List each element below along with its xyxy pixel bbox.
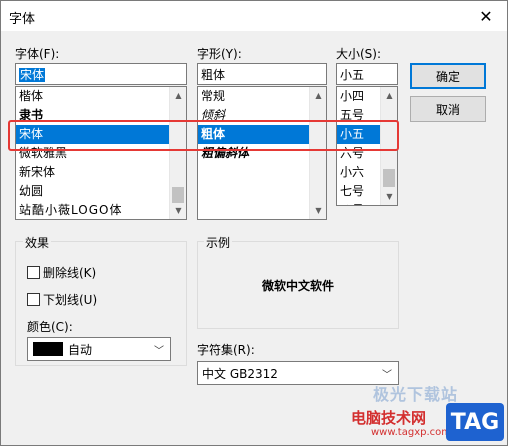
scroll-thumb[interactable]: [383, 169, 395, 187]
underline-checkbox-box[interactable]: [27, 293, 40, 306]
watermark-line2: 电脑技术网: [351, 409, 427, 427]
sample-group-title: 示例: [204, 234, 233, 251]
size-label: 大小(S):: [336, 47, 382, 61]
font-label: 字体(F):: [15, 47, 60, 61]
font-list-item[interactable]: 微软雅黑: [16, 144, 169, 163]
font-list-item[interactable]: 幼圆: [16, 182, 169, 201]
size-value: 小五: [340, 68, 365, 82]
sample-group: 微软中文软件: [197, 241, 399, 329]
strikeout-label: 删除线(K): [43, 266, 97, 280]
color-swatch: [33, 342, 63, 356]
font-name-value: 宋体: [19, 68, 46, 82]
cancel-button[interactable]: 取消: [410, 96, 486, 122]
watermark-line3: www.tagxp.com: [371, 427, 451, 438]
size-list-item[interactable]: 六号: [337, 144, 380, 163]
scroll-down-icon[interactable]: ▼: [170, 202, 186, 219]
font-list-item[interactable]: 新宋体: [16, 163, 169, 182]
scroll-up-icon[interactable]: ▲: [170, 87, 186, 104]
font-list-scrollbar[interactable]: ▲ ▼: [169, 87, 186, 219]
size-list-scrollbar[interactable]: ▲ ▼: [380, 87, 397, 205]
size-list-item[interactable]: 八号: [337, 201, 380, 205]
font-list-item[interactable]: 站酷小薇LOGO体: [16, 201, 169, 219]
strikeout-checkbox-box[interactable]: [27, 266, 40, 279]
strikeout-checkbox[interactable]: 删除线(K): [27, 264, 96, 281]
underline-label: 下划线(U): [43, 293, 98, 307]
size-list-item[interactable]: 五号: [337, 106, 380, 125]
cancel-button-label: 取消: [435, 102, 460, 117]
charset-value: 中文 GB2312: [202, 366, 278, 381]
watermark-line1: 极光下载站: [373, 385, 459, 404]
style-list-item[interactable]: 倾斜: [198, 106, 309, 125]
ok-button-label: 确定: [435, 69, 460, 84]
effects-group-title: 效果: [23, 234, 52, 251]
title-bar: 字体 ✕: [1, 1, 507, 31]
font-name-input[interactable]: 宋体: [15, 63, 187, 85]
scroll-down-icon[interactable]: ▼: [381, 188, 397, 205]
size-list-item[interactable]: 小六: [337, 163, 380, 182]
charset-label: 字符集(R):: [197, 343, 255, 357]
tag-badge: TAG: [446, 403, 504, 441]
font-list-item[interactable]: 隶书: [16, 106, 169, 125]
sample-text: 微软中文软件: [261, 279, 334, 293]
size-list-item[interactable]: 小四: [337, 87, 380, 106]
dialog-title: 字体: [9, 12, 36, 27]
font-dialog: 字体 ✕ 字体(F): 宋体 楷体 隶书 宋体 微软雅黑 新宋体 幼圆 站酷小薇LOGO体 …: [0, 0, 508, 446]
font-list[interactable]: 楷体 隶书 宋体 微软雅黑 新宋体 幼圆 站酷小薇LOGO体 ▲ ▼: [15, 86, 187, 220]
style-value: 粗体: [201, 68, 226, 82]
scroll-thumb[interactable]: [172, 187, 184, 203]
color-select[interactable]: 自动 ﹀: [27, 337, 171, 361]
style-list[interactable]: 常规 倾斜 粗体 粗偏斜体 ▲ ▼: [197, 86, 327, 220]
style-list-item[interactable]: 粗体: [198, 125, 309, 144]
chevron-down-icon: ﹀: [154, 346, 164, 357]
size-list[interactable]: 小四五号小五六号小六七号八号 ▲ ▼: [336, 86, 398, 206]
scroll-down-icon[interactable]: ▼: [310, 202, 326, 219]
style-list-item[interactable]: 常规: [198, 87, 309, 106]
style-list-scrollbar[interactable]: ▲ ▼: [309, 87, 326, 219]
ok-button[interactable]: 确定: [410, 63, 486, 89]
size-list-item[interactable]: 小五: [337, 125, 380, 144]
font-list-item[interactable]: 宋体: [16, 125, 169, 144]
font-list-item[interactable]: 楷体: [16, 87, 169, 106]
scroll-up-icon[interactable]: ▲: [310, 87, 326, 104]
size-list-item[interactable]: 七号: [337, 182, 380, 201]
underline-checkbox[interactable]: 下划线(U): [27, 291, 97, 308]
style-list-item[interactable]: 粗偏斜体: [198, 144, 309, 163]
size-input[interactable]: 小五: [336, 63, 398, 85]
scroll-up-icon[interactable]: ▲: [381, 87, 397, 104]
color-label: 颜色(C):: [27, 320, 73, 334]
watermark: 极光下载站 电脑技术网 www.tagxp.com TAG: [351, 375, 506, 445]
close-button[interactable]: ✕: [465, 1, 507, 31]
style-label: 字形(Y):: [197, 47, 242, 61]
color-value: 自动: [68, 342, 93, 357]
close-icon: ✕: [479, 6, 493, 26]
style-input[interactable]: 粗体: [197, 63, 327, 85]
